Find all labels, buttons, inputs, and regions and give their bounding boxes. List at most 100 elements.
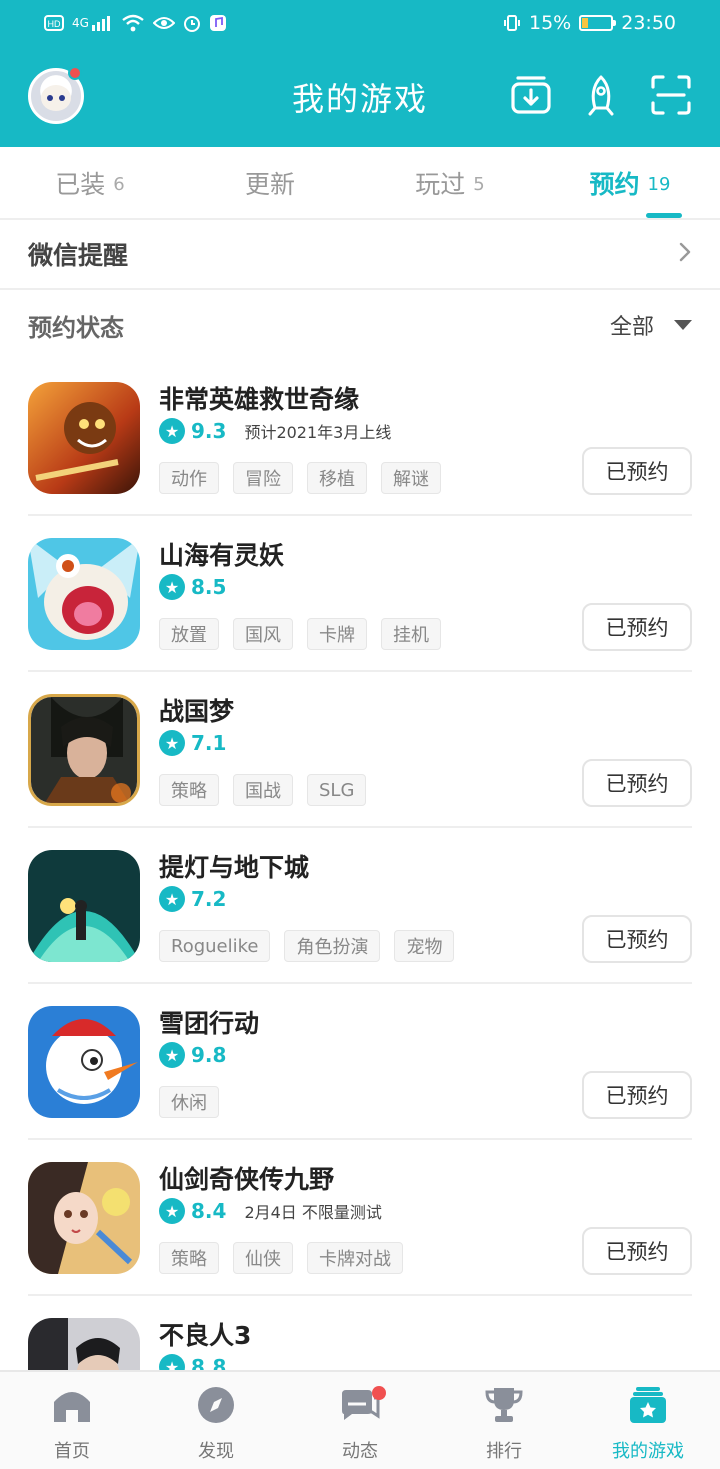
reserved-button[interactable]: 已预约 — [582, 1227, 692, 1275]
game-tag[interactable]: 冒险 — [233, 462, 293, 494]
game-tag[interactable]: Roguelike — [159, 930, 271, 962]
tab-installed[interactable]: 已装 6 — [0, 147, 180, 218]
tab-reserved[interactable]: 预约 19 — [540, 147, 720, 218]
reserved-button[interactable]: 已预约 — [582, 1071, 692, 1119]
game-tag[interactable]: 卡牌对战 — [307, 1242, 403, 1274]
tab-bar: 已装 6 更新 玩过 5 预约 19 — [0, 147, 720, 220]
game-icon — [28, 1006, 140, 1118]
game-tag[interactable]: 国战 — [233, 774, 293, 806]
star-icon: ★ — [159, 730, 185, 756]
star-icon: ★ — [159, 1198, 185, 1224]
game-score: 8.4 — [191, 1199, 227, 1223]
game-icon — [28, 382, 140, 494]
alarm-icon — [183, 14, 201, 32]
nav-item-home[interactable]: 首页 — [0, 1372, 144, 1469]
game-tag[interactable]: 策略 — [159, 1242, 219, 1274]
nav-label: 动态 — [342, 1441, 378, 1462]
game-tag[interactable]: 策略 — [159, 774, 219, 806]
app-header: HD 4G 15% 23:50 我的游戏 — [0, 0, 720, 147]
tab-label: 预约 — [589, 169, 640, 199]
trophy-icon — [484, 1386, 524, 1437]
nav-label: 首页 — [54, 1441, 90, 1462]
game-name: 非常英雄救世奇缘 — [159, 385, 360, 414]
tab-label: 更新 — [244, 169, 295, 199]
game-tag[interactable]: 动作 — [159, 462, 219, 494]
my-games-icon — [628, 1386, 668, 1437]
battery-percent: 15% — [529, 12, 572, 34]
game-score: 9.3 — [191, 419, 227, 443]
game-tag[interactable]: 宠物 — [394, 930, 455, 962]
status-bar: HD 4G 15% 23:50 — [0, 0, 720, 46]
bottom-nav: 首页 发现 动态 排行 我的游戏 — [0, 1370, 720, 1469]
tab-label: 已装 — [55, 169, 106, 199]
reservation-status-row: 预约状态 全部 — [0, 290, 720, 360]
game-tag[interactable]: 卡牌 — [307, 618, 367, 650]
game-score: 9.8 — [191, 1043, 227, 1067]
eye-icon — [152, 15, 175, 31]
tab-label: 玩过 — [415, 169, 466, 199]
test-note: 2月4日 不限量测试 — [244, 1203, 382, 1222]
game-score: 7.1 — [191, 731, 227, 755]
wifi-icon — [121, 14, 145, 32]
reserved-button[interactable]: 已预约 — [582, 447, 692, 495]
reserved-button[interactable]: 已预约 — [582, 759, 692, 807]
download-icon[interactable] — [510, 74, 552, 116]
game-tag[interactable]: 解谜 — [381, 462, 441, 494]
reserved-button[interactable]: 已预约 — [582, 915, 692, 963]
reserved-button[interactable]: 已预约 — [582, 603, 692, 651]
game-icon — [28, 1162, 140, 1274]
tab-count: 5 — [473, 174, 485, 195]
compass-icon — [196, 1386, 236, 1437]
signal-icon: 4G — [72, 15, 113, 31]
game-score: 8.5 — [191, 575, 227, 599]
game-tag[interactable]: 移植 — [307, 462, 367, 494]
rocket-icon[interactable] — [580, 74, 622, 116]
list-item[interactable]: 山海有灵妖 ★ 8.5 放置 国风 卡牌 挂机 已预约 — [28, 516, 692, 672]
star-icon: ★ — [159, 418, 185, 444]
game-tag[interactable]: SLG — [307, 774, 367, 806]
tab-updates[interactable]: 更新 — [180, 147, 360, 218]
star-icon: ★ — [159, 574, 185, 600]
status-filter-value: 全部 — [609, 315, 654, 340]
game-name: 雪团行动 — [159, 1009, 260, 1038]
list-item[interactable]: 雪团行动 ★ 9.8 休闲 已预约 — [28, 984, 692, 1140]
tab-played[interactable]: 玩过 5 — [360, 147, 540, 218]
game-name: 战国梦 — [159, 697, 235, 726]
game-icon — [28, 538, 140, 650]
notification-dot — [372, 1386, 386, 1400]
list-item[interactable]: 战国梦 ★ 7.1 策略 国战 SLG 已预约 — [28, 672, 692, 828]
nav-item-feed[interactable]: 动态 — [288, 1372, 432, 1469]
title-bar: 我的游戏 — [0, 46, 720, 147]
nav-item-my-games[interactable]: 我的游戏 — [576, 1372, 720, 1469]
tab-count: 6 — [113, 174, 125, 195]
game-tag[interactable]: 仙侠 — [233, 1242, 293, 1274]
vibrate-icon — [503, 14, 521, 32]
battery-icon — [579, 15, 617, 31]
star-icon: ★ — [159, 1042, 185, 1068]
nav-label: 排行 — [486, 1441, 522, 1462]
game-tag[interactable]: 休闲 — [159, 1086, 219, 1118]
game-tag[interactable]: 国风 — [233, 618, 293, 650]
scan-icon[interactable] — [650, 74, 692, 116]
game-tag[interactable]: 放置 — [159, 618, 219, 650]
wechat-reminder-row[interactable]: 微信提醒 — [0, 220, 720, 290]
nav-item-discover[interactable]: 发现 — [144, 1372, 288, 1469]
game-icon — [28, 694, 140, 806]
nav-label: 我的游戏 — [612, 1441, 684, 1462]
list-item[interactable]: 提灯与地下城 ★ 7.2 Roguelike 角色扮演 宠物 已预约 — [28, 828, 692, 984]
wechat-reminder-label: 微信提醒 — [28, 241, 129, 270]
nav-label: 发现 — [198, 1441, 234, 1462]
reservation-status-label: 预约状态 — [28, 313, 124, 342]
game-icon — [28, 850, 140, 962]
tab-count: 19 — [647, 174, 671, 195]
list-item[interactable]: 非常英雄救世奇缘 ★ 9.3 预计2021年3月上线 动作 冒险 移植 解谜 已… — [28, 360, 692, 516]
list-item[interactable]: 仙剑奇侠传九野 ★ 8.4 2月4日 不限量测试 策略 仙侠 卡牌对战 已预约 — [28, 1140, 692, 1296]
nav-item-ranking[interactable]: 排行 — [432, 1372, 576, 1469]
game-tag[interactable]: 挂机 — [381, 618, 441, 650]
status-filter-dropdown[interactable]: 全部 — [610, 309, 692, 341]
game-name: 山海有灵妖 — [159, 541, 285, 570]
release-note: 预计2021年3月上线 — [244, 423, 392, 442]
game-tag[interactable]: 角色扮演 — [284, 930, 381, 962]
music-icon — [209, 14, 227, 32]
star-icon: ★ — [159, 886, 185, 912]
